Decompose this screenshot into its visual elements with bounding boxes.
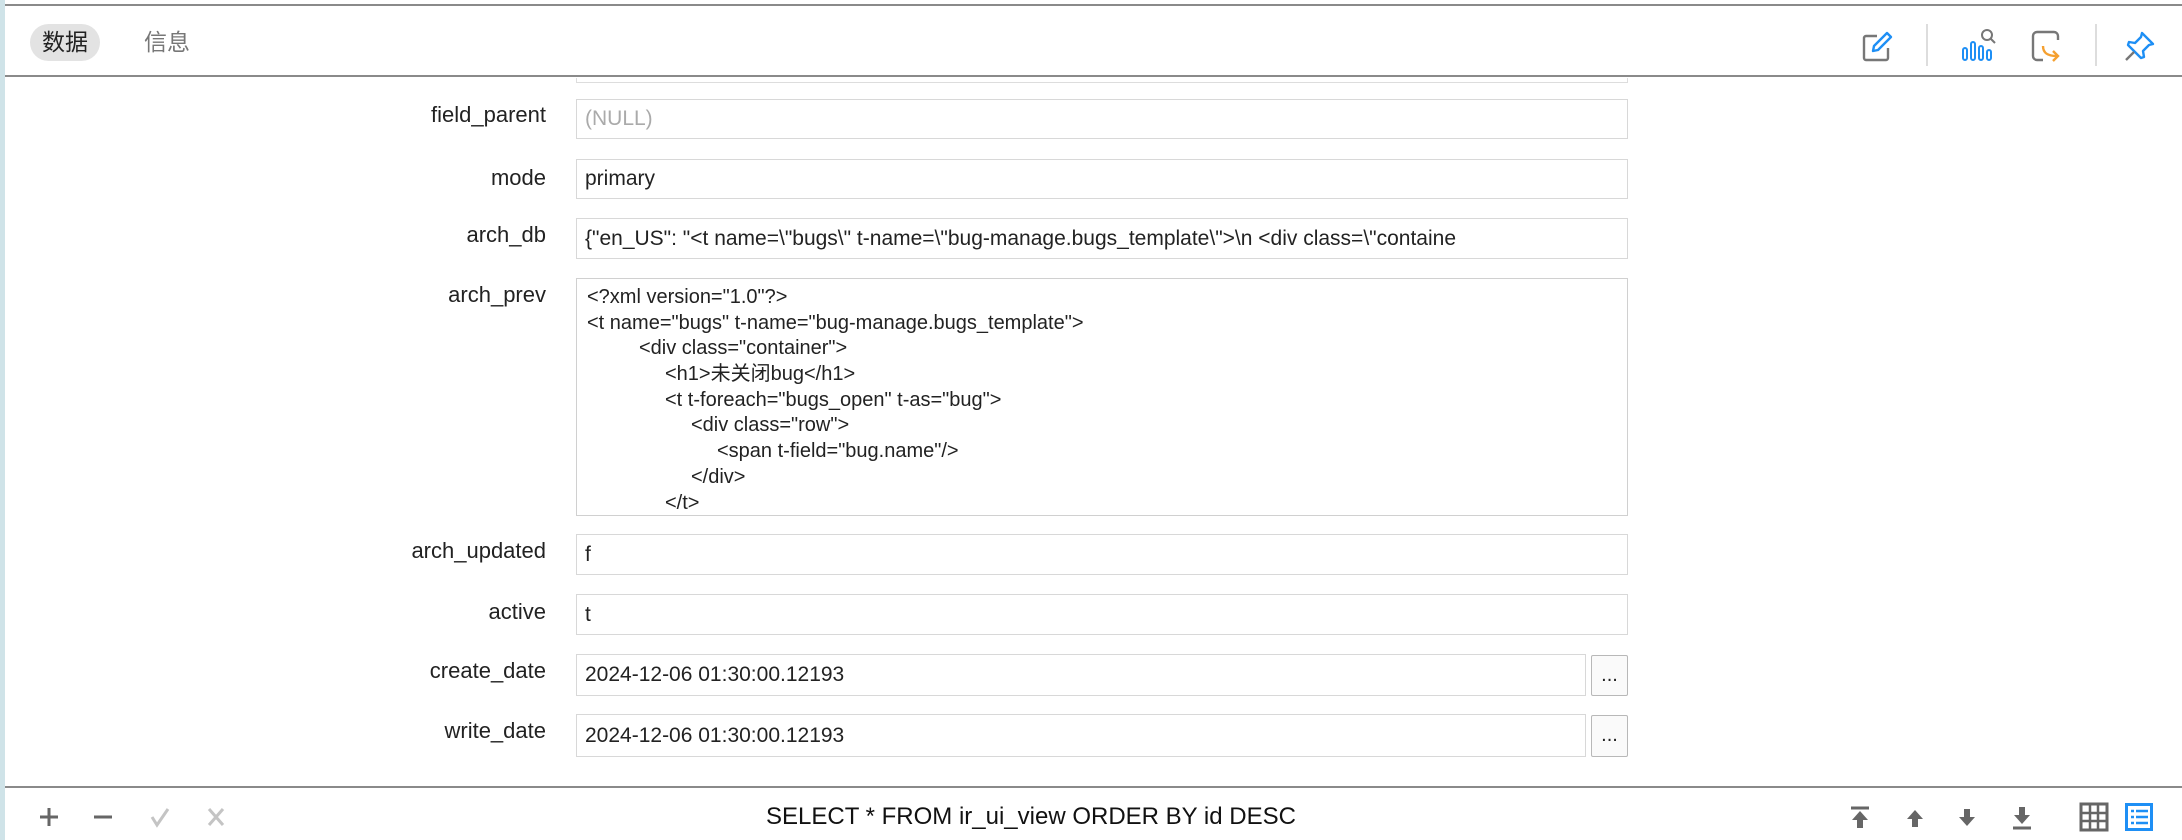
field-label-create-date: create_date	[429, 658, 546, 683]
code-line: <t t-foreach="bugs_open" t-as="bug">	[665, 388, 1002, 411]
field-label-mode: mode	[490, 165, 546, 190]
code-line: <div class="row">	[691, 414, 850, 437]
active-input[interactable]: t	[576, 594, 1628, 635]
divider	[5, 786, 2182, 788]
field-label-active: active	[488, 599, 546, 624]
field-label-arch-updated: arch_updated	[411, 538, 546, 563]
grid-view-icon[interactable]	[2079, 802, 2109, 832]
create-date-input[interactable]: 2024-12-06 01:30:00.12193	[576, 654, 1586, 696]
field-label-arch-db: arch_db	[466, 222, 546, 247]
arch-prev-textarea[interactable]: <?xml version="1.0"?> <t name="bugs" t-n…	[576, 278, 1628, 516]
field-label-field-parent: field_parent	[431, 102, 546, 127]
sql-query-text: SELECT * FROM ir_ui_view ORDER BY id DES…	[766, 803, 1296, 830]
toolbar-separator	[1926, 24, 1928, 66]
last-record-icon[interactable]	[2007, 802, 2037, 832]
field-label-arch-prev: arch_prev	[448, 282, 546, 307]
window-edge	[0, 0, 5, 840]
first-record-icon[interactable]	[1845, 802, 1875, 832]
arch-updated-input[interactable]: f	[576, 534, 1628, 575]
next-record-icon[interactable]	[1952, 802, 1982, 832]
write-date-picker-button[interactable]: ...	[1591, 715, 1628, 757]
write-date-input[interactable]: 2024-12-06 01:30:00.12193	[576, 714, 1586, 757]
code-line: <span t-field="bug.name"/>	[717, 440, 959, 463]
edit-icon[interactable]	[1857, 26, 1897, 66]
code-line: </div>	[691, 465, 746, 488]
code-line: <?xml version="1.0"?>	[587, 286, 788, 308]
tab-data[interactable]: 数据	[30, 24, 100, 61]
form-view-icon[interactable]	[2124, 802, 2154, 832]
pin-icon[interactable]	[2120, 26, 2160, 66]
export-icon[interactable]	[2027, 26, 2067, 66]
previous-record-icon[interactable]	[1900, 802, 1930, 832]
arch-db-input[interactable]: {"en_US": "<t name=\"bugs\" t-name=\"bug…	[576, 218, 1628, 259]
toolbar-separator	[2095, 24, 2097, 66]
code-line: <t name="bugs" t-name="bug-manage.bugs_t…	[587, 311, 1084, 334]
code-line: <h1>未关闭bug</h1>	[665, 363, 856, 386]
chart-search-icon[interactable]	[1960, 26, 2000, 66]
field-label-write-date: write_date	[444, 718, 546, 743]
tab-info[interactable]: 信息	[132, 24, 202, 61]
code-line: </t>	[665, 491, 700, 514]
field-parent-input[interactable]: (NULL)	[576, 99, 1628, 139]
create-date-picker-button[interactable]: ...	[1591, 655, 1628, 696]
previous-field-edge	[576, 78, 1628, 83]
code-line: <div class="container">	[639, 337, 848, 360]
header-toolbar: 数据 信息	[5, 6, 2182, 77]
mode-input[interactable]: primary	[576, 159, 1628, 199]
